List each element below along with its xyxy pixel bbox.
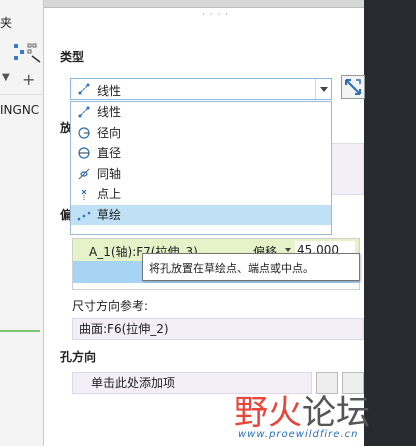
option-label: 点上 xyxy=(97,187,122,201)
option-coaxial[interactable]: 同轴 xyxy=(71,164,331,185)
chevron-down-icon[interactable] xyxy=(285,248,291,252)
linear-icon xyxy=(78,106,90,118)
option-sketch[interactable]: 草绘 xyxy=(71,204,331,225)
flip-icon xyxy=(345,79,361,95)
option-on-point[interactable]: 点上 xyxy=(71,184,331,205)
left-panel-item[interactable]: INGNC xyxy=(0,103,39,117)
option-radial[interactable]: 径向 xyxy=(71,123,331,144)
graphics-area xyxy=(364,0,416,446)
linear-icon xyxy=(78,83,90,95)
flip-direction-button[interactable] xyxy=(341,75,365,99)
type-dropdown-value: 线性 xyxy=(97,84,122,98)
option-linear[interactable]: 线性 xyxy=(71,102,331,123)
direction-button[interactable] xyxy=(316,372,338,394)
type-dropdown[interactable]: 线性 xyxy=(70,78,332,100)
left-panel: 夹 ▼ + INGNC xyxy=(0,0,44,446)
tab-strip xyxy=(44,0,416,8)
panel-grip[interactable]: · · · · xyxy=(202,10,229,20)
type-options-list[interactable]: 线性 径向 直径 同轴 点上 草绘 xyxy=(70,101,332,235)
on-point-icon xyxy=(81,189,87,200)
add-icon[interactable]: + xyxy=(22,70,35,89)
chevron-down-icon[interactable] xyxy=(315,79,331,99)
dimension-ref-field[interactable]: 曲面:F6(拉伸_2) xyxy=(72,318,364,340)
option-label: 同轴 xyxy=(97,166,122,181)
option-label: 草绘 xyxy=(97,207,122,222)
diameter-icon xyxy=(78,147,90,159)
hole-direction-label: 孔方向 xyxy=(60,350,97,364)
option-label: 线性 xyxy=(97,105,122,119)
placement-panel: · · · · 类型 线性 放 偏 线性 径向 直径 同轴 点上 草绘 A_1(… xyxy=(52,8,365,446)
option-label: 直径 xyxy=(97,146,122,160)
left-panel-title: 夹 xyxy=(0,16,13,30)
dimension-ref-label: 尺寸方向参考: xyxy=(72,299,149,313)
option-diameter[interactable]: 直径 xyxy=(71,143,331,164)
hole-direction-field[interactable]: 单击此处添加项 xyxy=(72,372,312,394)
tree-settings-icon[interactable] xyxy=(12,42,42,64)
coaxial-icon xyxy=(78,168,90,179)
direction-button[interactable] xyxy=(342,372,364,394)
type-label: 类型 xyxy=(60,50,85,64)
radial-icon xyxy=(78,126,90,139)
chevron-down-icon[interactable]: ▼ xyxy=(2,72,10,83)
option-label: 径向 xyxy=(97,125,122,140)
left-toolbar-row: ▼ + xyxy=(0,70,44,90)
accent-bar xyxy=(0,330,40,332)
tooltip: 将孔放置在草绘点、端点或中点。 xyxy=(142,253,360,281)
divider xyxy=(0,94,44,95)
sketch-icon xyxy=(77,211,91,220)
